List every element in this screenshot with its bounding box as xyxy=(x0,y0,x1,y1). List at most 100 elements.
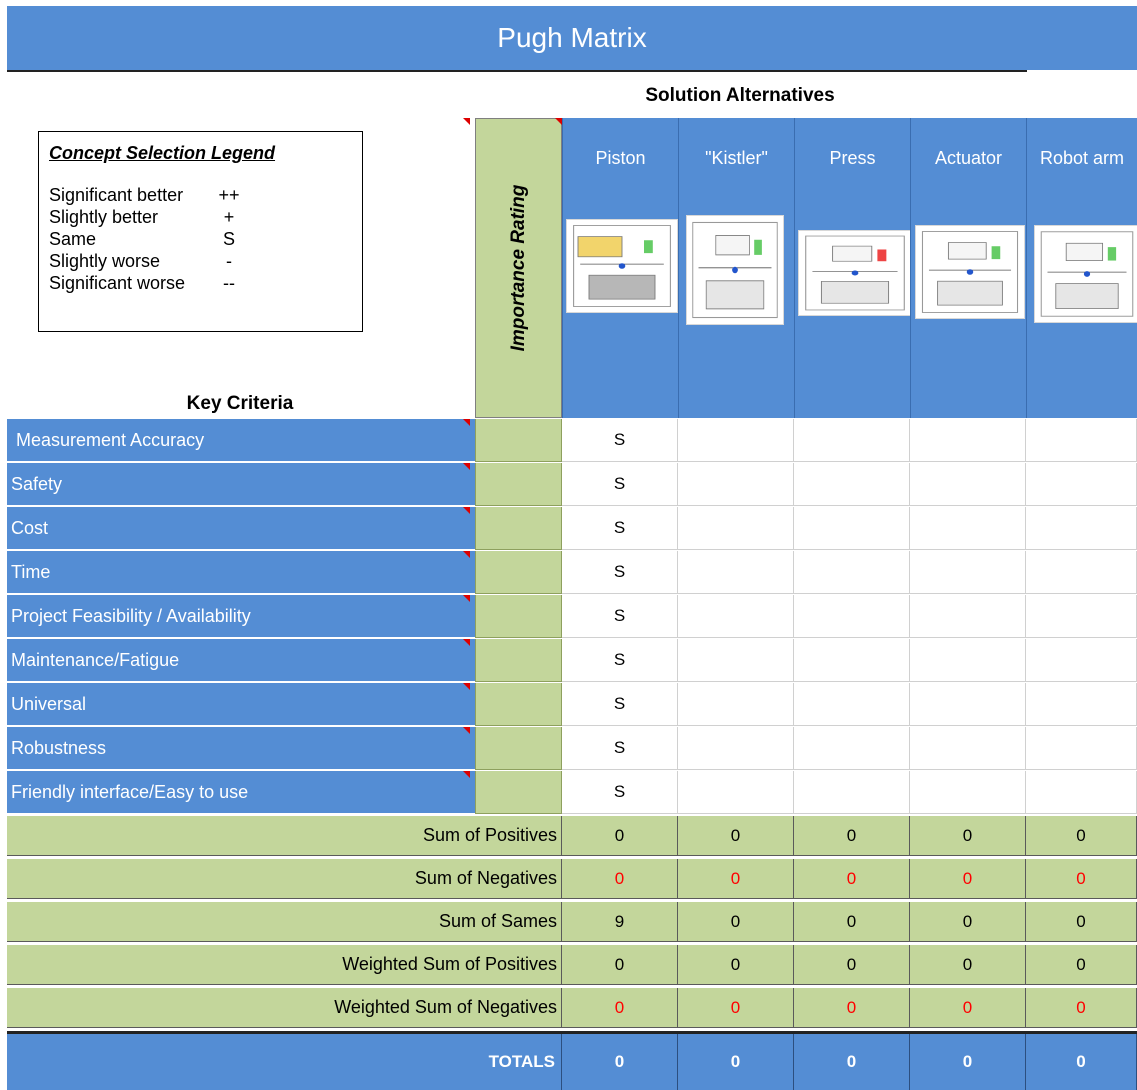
title-divider xyxy=(7,70,1027,72)
importance-cell[interactable] xyxy=(475,639,562,682)
summary-label: Sum of Positives xyxy=(7,816,562,856)
legend-item-symbol: S xyxy=(222,229,235,249)
summary-label: Weighted Sum of Negatives xyxy=(7,988,562,1028)
matrix-cell[interactable] xyxy=(1026,551,1137,594)
importance-cell[interactable] xyxy=(475,683,562,726)
matrix-cell[interactable]: S xyxy=(562,639,678,682)
matrix-cell[interactable] xyxy=(678,507,794,550)
matrix-cell[interactable] xyxy=(678,639,794,682)
alternative-header-1[interactable]: Piston xyxy=(562,118,678,418)
comment-marker xyxy=(463,463,470,470)
matrix-cell[interactable] xyxy=(1026,639,1137,682)
alternative-header-3[interactable]: Press xyxy=(794,118,912,418)
legend-item-text: Same xyxy=(49,229,97,249)
comment-marker xyxy=(463,419,470,426)
actuator-diagram xyxy=(915,225,1025,319)
matrix-cell[interactable] xyxy=(794,639,910,682)
matrix-cell[interactable] xyxy=(678,771,794,814)
importance-cell[interactable] xyxy=(475,463,562,506)
matrix-cell[interactable] xyxy=(910,727,1026,770)
comment-marker xyxy=(463,118,470,125)
matrix-cell[interactable] xyxy=(910,551,1026,594)
criterion-label[interactable]: Friendly interface/Easy to use xyxy=(7,771,475,814)
criterion-label[interactable]: Maintenance/Fatigue xyxy=(7,639,475,682)
matrix-cell[interactable] xyxy=(1026,463,1137,506)
summary-value: 9 xyxy=(562,902,678,942)
legend-item-symbol: ++ xyxy=(218,185,240,205)
criterion-label[interactable]: Cost xyxy=(7,507,475,550)
matrix-cell[interactable] xyxy=(794,595,910,638)
matrix-cell[interactable] xyxy=(678,727,794,770)
importance-cell[interactable] xyxy=(475,595,562,638)
matrix-cell[interactable]: S xyxy=(562,463,678,506)
criterion-label[interactable]: Robustness xyxy=(7,727,475,770)
legend-item-symbol: -- xyxy=(223,273,235,293)
page-title: Pugh Matrix xyxy=(7,6,1137,70)
matrix-cell[interactable]: S xyxy=(562,771,678,814)
matrix-cell[interactable] xyxy=(910,595,1026,638)
legend-item: Slightly worse - xyxy=(49,250,352,272)
matrix-cell[interactable] xyxy=(1026,727,1137,770)
totals-divider xyxy=(7,1031,1137,1034)
criterion-label[interactable]: Universal xyxy=(7,683,475,726)
matrix-cell[interactable] xyxy=(1026,771,1137,814)
summary-value: 0 xyxy=(910,945,1026,985)
matrix-cell[interactable]: S xyxy=(562,507,678,550)
matrix-cell[interactable] xyxy=(794,727,910,770)
matrix-cell[interactable] xyxy=(794,551,910,594)
matrix-cell[interactable]: S xyxy=(562,551,678,594)
legend-item-text: Slightly worse xyxy=(49,251,161,271)
summary-value: 0 xyxy=(562,945,678,985)
matrix-cell[interactable] xyxy=(1026,683,1137,726)
importance-cell[interactable] xyxy=(475,727,562,770)
matrix-cell[interactable]: S xyxy=(562,683,678,726)
importance-cell[interactable] xyxy=(475,419,562,462)
matrix-cell[interactable] xyxy=(910,463,1026,506)
matrix-cell[interactable] xyxy=(678,419,794,462)
matrix-cell[interactable] xyxy=(910,639,1026,682)
matrix-cell[interactable] xyxy=(1026,595,1137,638)
matrix-cell[interactable] xyxy=(910,419,1026,462)
matrix-cell[interactable] xyxy=(794,419,910,462)
summary-value: 0 xyxy=(678,988,794,1028)
legend-item-text: Significant better xyxy=(49,185,184,205)
matrix-cell[interactable] xyxy=(910,683,1026,726)
matrix-cell[interactable] xyxy=(1026,507,1137,550)
alternative-header-4[interactable]: Actuator xyxy=(910,118,1026,418)
totals-value: 0 xyxy=(678,1034,794,1090)
importance-cell[interactable] xyxy=(475,771,562,814)
alternative-header-2[interactable]: "Kistler" xyxy=(678,118,794,418)
matrix-cell[interactable] xyxy=(678,683,794,726)
totals-value: 0 xyxy=(910,1034,1026,1090)
matrix-cell[interactable] xyxy=(910,507,1026,550)
importance-cell[interactable] xyxy=(475,551,562,594)
criterion-label[interactable]: Time xyxy=(7,551,475,594)
summary-label: Sum of Sames xyxy=(7,902,562,942)
alternative-name: Piston xyxy=(595,148,646,168)
matrix-cell[interactable] xyxy=(678,595,794,638)
legend-title: Concept Selection Legend xyxy=(49,143,276,163)
matrix-cell[interactable] xyxy=(794,771,910,814)
criterion-label[interactable]: Project Feasibility / Availability xyxy=(7,595,475,638)
criterion-label[interactable]: Measurement Accuracy xyxy=(7,419,475,462)
matrix-cell[interactable] xyxy=(794,507,910,550)
matrix-cell[interactable]: S xyxy=(562,419,678,462)
matrix-cell[interactable]: S xyxy=(562,595,678,638)
matrix-cell[interactable]: S xyxy=(562,727,678,770)
matrix-cell[interactable] xyxy=(794,463,910,506)
matrix-cell[interactable] xyxy=(794,683,910,726)
solution-alternatives-label: Solution Alternatives xyxy=(645,85,835,106)
importance-rating-header[interactable]: Importance Rating xyxy=(475,118,562,418)
matrix-cell[interactable] xyxy=(678,463,794,506)
matrix-cell[interactable] xyxy=(1026,419,1137,462)
criterion-label[interactable]: Safety xyxy=(7,463,475,506)
alternative-header-5[interactable]: Robot arm xyxy=(1026,118,1137,418)
summary-value: 0 xyxy=(910,988,1026,1028)
matrix-cell[interactable] xyxy=(678,551,794,594)
comment-marker xyxy=(463,683,470,690)
summary-value: 0 xyxy=(678,816,794,856)
comment-marker xyxy=(463,595,470,602)
importance-cell[interactable] xyxy=(475,507,562,550)
matrix-cell[interactable] xyxy=(910,771,1026,814)
alternative-name: Press xyxy=(829,148,876,168)
